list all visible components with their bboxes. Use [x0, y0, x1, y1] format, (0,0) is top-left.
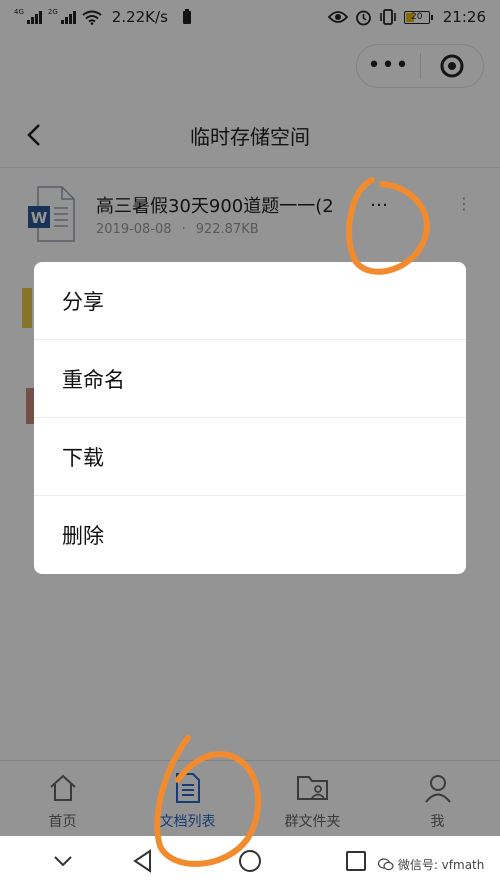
- recents-square-icon[interactable]: [343, 848, 369, 878]
- wechat-icon: [377, 858, 394, 871]
- screen: 4G 2G 2.22K/s 20 21:26 ••• 临时存储空间 W 高三暑假…: [0, 0, 500, 888]
- home-circle-icon[interactable]: [237, 848, 263, 878]
- rename-button[interactable]: 重命名: [34, 340, 466, 418]
- back-triangle-icon[interactable]: [130, 848, 156, 878]
- watermark-text: 微信号: vfmath: [397, 858, 485, 872]
- download-button[interactable]: 下载: [34, 418, 466, 496]
- system-nav-bar: 微信号: vfmath: [0, 836, 500, 888]
- watermark: 微信号: vfmath: [377, 856, 485, 873]
- delete-button[interactable]: 删除: [34, 496, 466, 574]
- action-sheet: 分享 重命名 下载 删除: [34, 262, 466, 574]
- share-button[interactable]: 分享: [34, 262, 466, 340]
- chevron-down-icon[interactable]: [50, 848, 76, 878]
